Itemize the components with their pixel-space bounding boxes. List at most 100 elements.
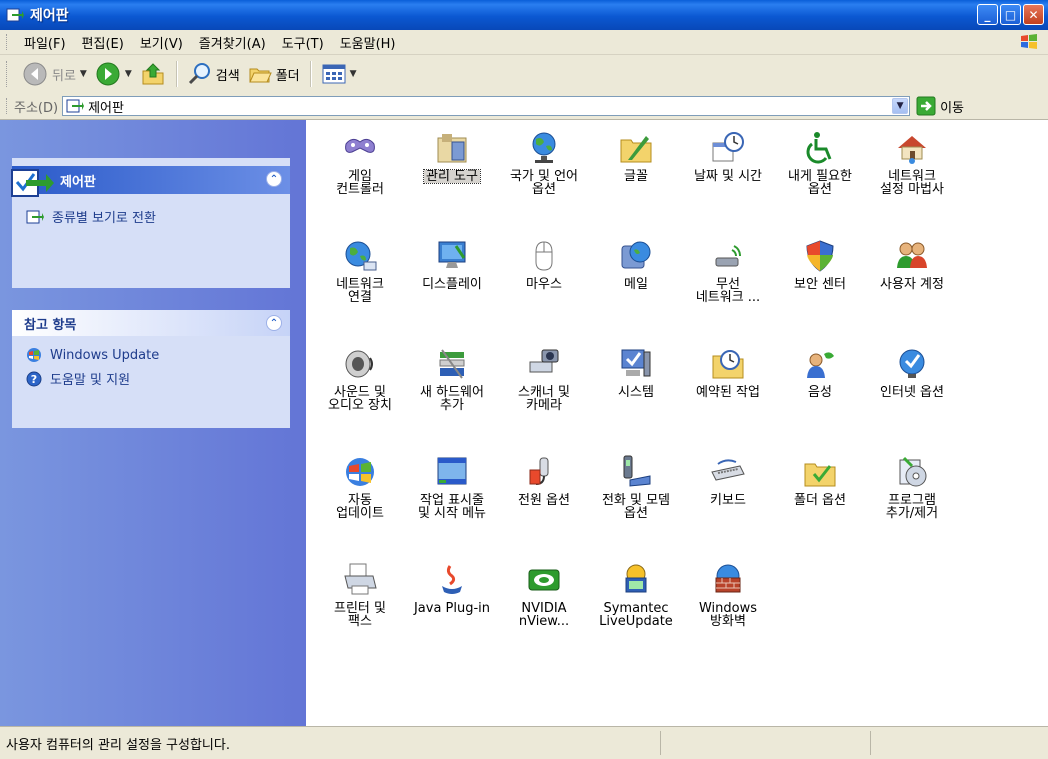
control-panel-box: 제어판 ⌃ 종류별 보기로 전환 bbox=[11, 158, 290, 288]
control-panel-item[interactable]: 프린터 및 팩스 bbox=[312, 562, 408, 628]
forward-button[interactable]: ▼ bbox=[91, 58, 136, 90]
item-label: 시스템 bbox=[618, 385, 654, 400]
menu-edit[interactable]: 편집(E) bbox=[74, 33, 132, 52]
control-panel-item[interactable]: 스캐너 및 카메라 bbox=[496, 346, 592, 412]
control-panel-icon bbox=[6, 8, 24, 22]
item-label: 예약된 작업 bbox=[696, 385, 760, 400]
item-label: 보안 센터 bbox=[794, 277, 846, 292]
address-dropdown-icon[interactable]: ▼ bbox=[892, 98, 909, 114]
go-button[interactable]: 이동 bbox=[916, 96, 964, 116]
status-text: 사용자 컴퓨터의 관리 설정을 구성합니다. bbox=[6, 737, 230, 753]
menu-tools[interactable]: 도구(T) bbox=[274, 33, 332, 52]
control-panel-item[interactable]: 관리 도구 bbox=[404, 130, 500, 184]
speech-icon bbox=[772, 346, 868, 382]
maximize-button[interactable]: □ bbox=[1000, 4, 1021, 25]
control-panel-item[interactable]: Windows 방화벽 bbox=[680, 562, 776, 628]
menu-grip bbox=[6, 34, 10, 50]
minimize-button[interactable]: _ bbox=[977, 4, 998, 25]
control-panel-item[interactable]: 시스템 bbox=[588, 346, 684, 399]
close-button[interactable]: ✕ bbox=[1023, 4, 1044, 25]
folders-button[interactable]: 폴더 bbox=[244, 58, 304, 90]
back-button[interactable]: 뒤로 ▼ bbox=[18, 58, 91, 90]
item-label: 프린터 및 팩스 bbox=[334, 601, 386, 629]
control-panel-item[interactable]: 음성 bbox=[772, 346, 868, 399]
item-label: 날짜 및 시간 bbox=[693, 169, 763, 184]
control-panel-item[interactable]: 사용자 계정 bbox=[864, 238, 960, 291]
control-panel-item[interactable]: 전원 옵션 bbox=[496, 454, 592, 507]
control-panel-item[interactable]: 네트워크 연결 bbox=[312, 238, 408, 304]
item-label: Windows 방화벽 bbox=[698, 601, 758, 629]
control-panel-item[interactable]: NVIDIA nView... bbox=[496, 562, 592, 628]
control-panel-item[interactable]: 자동 업데이트 bbox=[312, 454, 408, 520]
switch-to-category-view-link[interactable]: 종류별 보기로 전환 bbox=[12, 204, 290, 229]
forward-dropdown-icon[interactable]: ▼ bbox=[125, 69, 132, 79]
control-panel-item[interactable]: 디스플레이 bbox=[404, 238, 500, 291]
control-panel-item[interactable]: 날짜 및 시간 bbox=[680, 130, 776, 183]
search-icon bbox=[188, 63, 210, 85]
item-label: Symantec LiveUpdate bbox=[599, 601, 673, 629]
item-label: 전화 및 모뎀 옵션 bbox=[601, 493, 671, 521]
menu-file[interactable]: 파일(F) bbox=[16, 33, 74, 52]
control-panel-item[interactable]: 사운드 및 오디오 장치 bbox=[312, 346, 408, 412]
control-panel-item[interactable]: 글꼴 bbox=[588, 130, 684, 183]
control-panel-item[interactable]: 마우스 bbox=[496, 238, 592, 291]
item-label: NVIDIA nView... bbox=[518, 601, 570, 629]
control-panel-item[interactable]: 인터넷 옵션 bbox=[864, 346, 960, 399]
collapse-icon[interactable]: ⌃ bbox=[266, 171, 282, 187]
control-panel-item[interactable]: 예약된 작업 bbox=[680, 346, 776, 399]
status-divider bbox=[870, 731, 871, 755]
control-panel-item[interactable]: 폴더 옵션 bbox=[772, 454, 868, 507]
control-panel-item[interactable]: 게임 컨트롤러 bbox=[312, 130, 408, 196]
title-bar[interactable]: 제어판 _ □ ✕ bbox=[0, 0, 1048, 30]
menu-view[interactable]: 보기(V) bbox=[132, 33, 191, 52]
windows-update-link[interactable]: Windows Update bbox=[12, 344, 290, 366]
menu-help[interactable]: 도움말(H) bbox=[332, 33, 404, 52]
collapse-icon[interactable]: ⌃ bbox=[266, 315, 282, 331]
item-label: 내게 필요한 옵션 bbox=[788, 169, 852, 197]
address-input[interactable]: 제어판 ▼ bbox=[62, 96, 911, 116]
toolbar-grip bbox=[6, 61, 10, 87]
printer-icon bbox=[312, 562, 408, 598]
control-panel-item[interactable]: 국가 및 언어 옵션 bbox=[496, 130, 592, 196]
control-panel-item[interactable]: 새 하드웨어 추가 bbox=[404, 346, 500, 412]
control-panel-item[interactable]: 전화 및 모뎀 옵션 bbox=[588, 454, 684, 520]
control-panel-header[interactable]: 제어판 ⌃ bbox=[11, 166, 290, 197]
item-label: 키보드 bbox=[710, 493, 746, 508]
shield-icon bbox=[772, 238, 868, 274]
toolbar-separator bbox=[309, 61, 312, 87]
control-panel-icon bbox=[66, 99, 85, 113]
help-support-link[interactable]: ? 도움말 및 지원 bbox=[12, 366, 290, 391]
control-panel-item[interactable]: 프로그램 추가/제거 bbox=[864, 454, 960, 520]
control-panel-item[interactable]: Java Plug-in bbox=[404, 562, 500, 615]
control-panel-item[interactable]: Symantec LiveUpdate bbox=[588, 562, 684, 628]
control-panel-item[interactable]: 네트워크 설정 마법사 bbox=[864, 130, 960, 196]
menu-favorites[interactable]: 즐겨찾기(A) bbox=[191, 33, 274, 52]
up-folder-button[interactable] bbox=[136, 58, 170, 90]
symantec-icon bbox=[588, 562, 684, 598]
windows-update-icon bbox=[312, 454, 408, 490]
add-remove-programs-icon bbox=[864, 454, 960, 490]
views-button[interactable]: ▼ bbox=[318, 58, 361, 90]
taskbar-icon bbox=[404, 454, 500, 490]
search-button[interactable]: 검색 bbox=[184, 58, 244, 90]
folders-label: 폴더 bbox=[275, 68, 300, 84]
back-dropdown-icon[interactable]: ▼ bbox=[80, 69, 87, 79]
folders-icon bbox=[248, 68, 272, 83]
control-panel-item[interactable]: 키보드 bbox=[680, 454, 776, 507]
control-panel-item[interactable]: 무선 네트워크 ... bbox=[680, 238, 776, 304]
control-panel-item[interactable]: 작업 표시줄 및 시작 메뉴 bbox=[404, 454, 500, 520]
address-bar: 주소(D) 제어판 ▼ 이동 bbox=[0, 93, 1048, 120]
see-also-title: 참고 항목 bbox=[24, 317, 77, 333]
control-panel-icon bbox=[26, 210, 44, 223]
scanner-camera-icon bbox=[496, 346, 592, 382]
firewall-icon bbox=[680, 562, 776, 598]
globe-icon bbox=[496, 130, 592, 166]
network-globe-icon bbox=[312, 238, 408, 274]
control-panel-item[interactable]: 보안 센터 bbox=[772, 238, 868, 291]
item-label: 글꼴 bbox=[624, 169, 648, 184]
see-also-header[interactable]: 참고 항목 ⌃ bbox=[12, 310, 290, 336]
control-panel-item[interactable]: 내게 필요한 옵션 bbox=[772, 130, 868, 196]
item-label: 자동 업데이트 bbox=[336, 493, 384, 521]
control-panel-item[interactable]: 메일 bbox=[588, 238, 684, 291]
menu-bar: 파일(F) 편집(E) 보기(V) 즐겨찾기(A) 도구(T) 도움말(H) bbox=[0, 30, 1048, 55]
